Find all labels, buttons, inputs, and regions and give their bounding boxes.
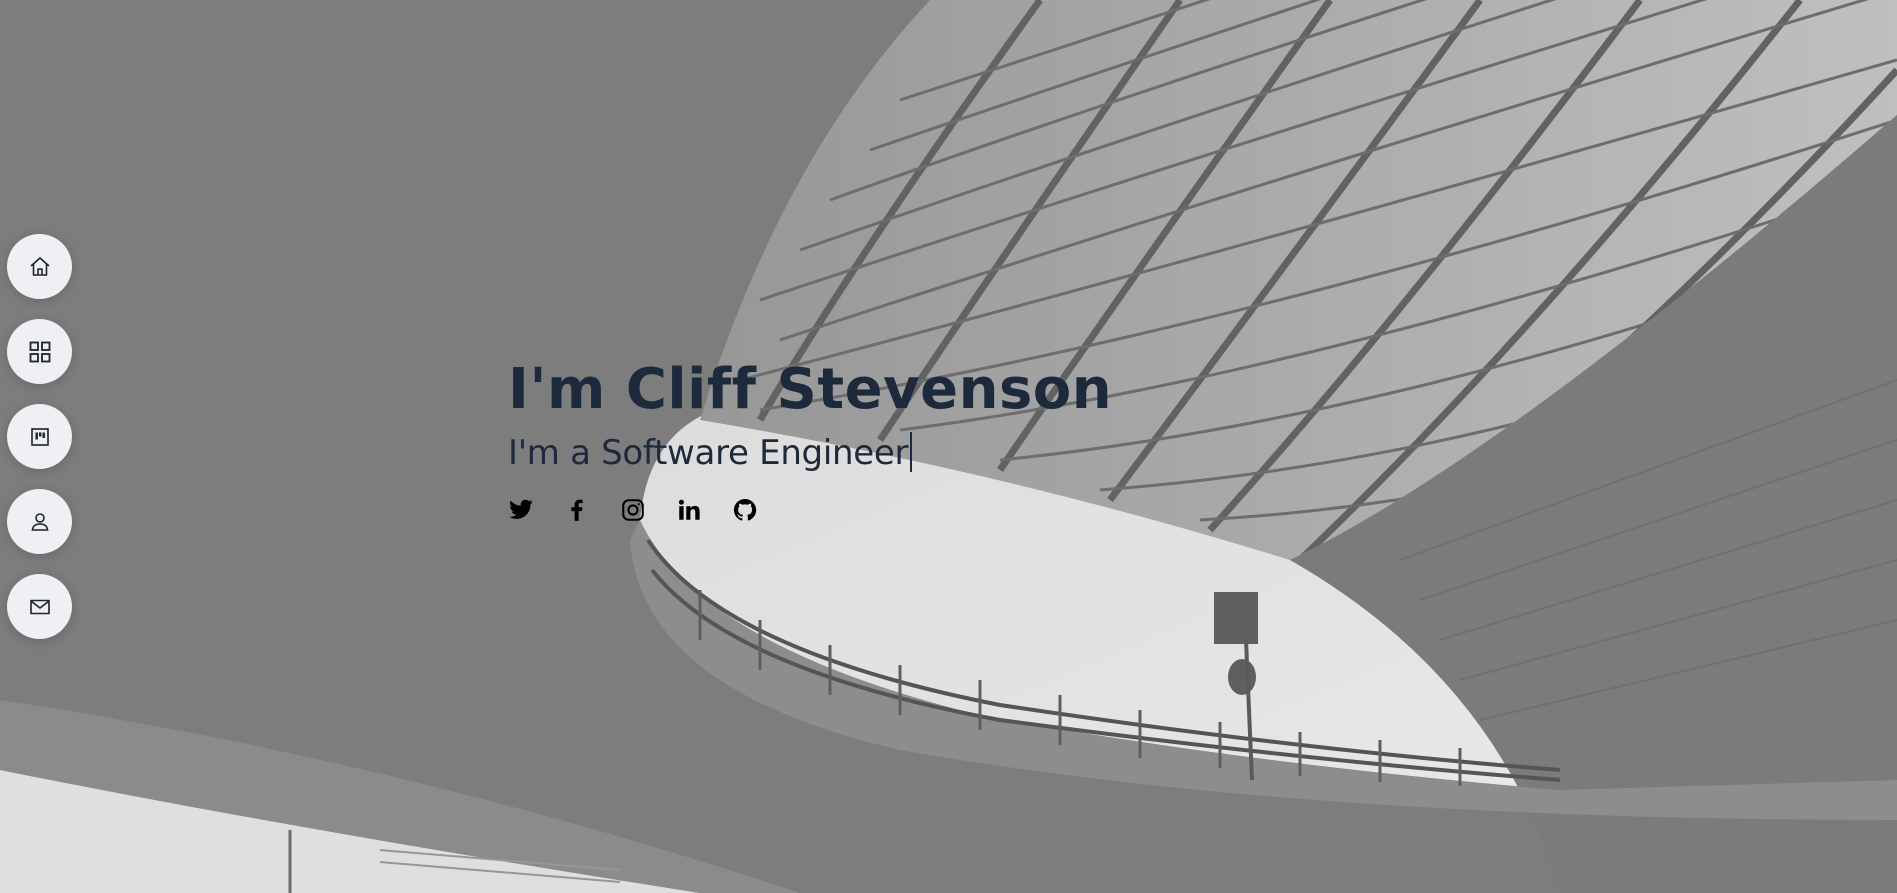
user-icon <box>31 512 48 531</box>
envelope-icon <box>29 599 50 614</box>
github-link[interactable] <box>732 497 758 523</box>
twitter-icon <box>509 499 533 519</box>
linkedin-icon <box>678 499 700 520</box>
side-navigation <box>7 234 72 639</box>
hero-section: I'm Cliff Stevenson I'm a Software Engin… <box>0 0 1897 893</box>
nav-resume-button[interactable] <box>7 404 72 469</box>
typing-cursor <box>910 432 913 472</box>
kanban-icon <box>30 427 49 446</box>
home-icon <box>29 256 50 276</box>
nav-portfolio-button[interactable] <box>7 319 72 384</box>
twitter-link[interactable] <box>508 497 534 523</box>
linkedin-link[interactable] <box>676 497 702 523</box>
hero-content: I'm Cliff Stevenson I'm a Software Engin… <box>508 355 1112 523</box>
nav-about-button[interactable] <box>7 489 72 554</box>
nav-home-button[interactable] <box>7 234 72 299</box>
facebook-icon <box>571 499 583 521</box>
hero-tagline: I'm a Software Engineer <box>508 431 1112 475</box>
github-icon <box>733 498 757 521</box>
typed-text: I'm a Software Engineer <box>508 433 909 473</box>
instagram-link[interactable] <box>620 497 646 523</box>
instagram-icon <box>622 499 644 521</box>
grid-icon <box>29 341 50 362</box>
hero-name: I'm Cliff Stevenson <box>508 357 1113 422</box>
nav-contact-button[interactable] <box>7 574 72 639</box>
social-links <box>508 497 1112 523</box>
facebook-link[interactable] <box>564 497 590 523</box>
